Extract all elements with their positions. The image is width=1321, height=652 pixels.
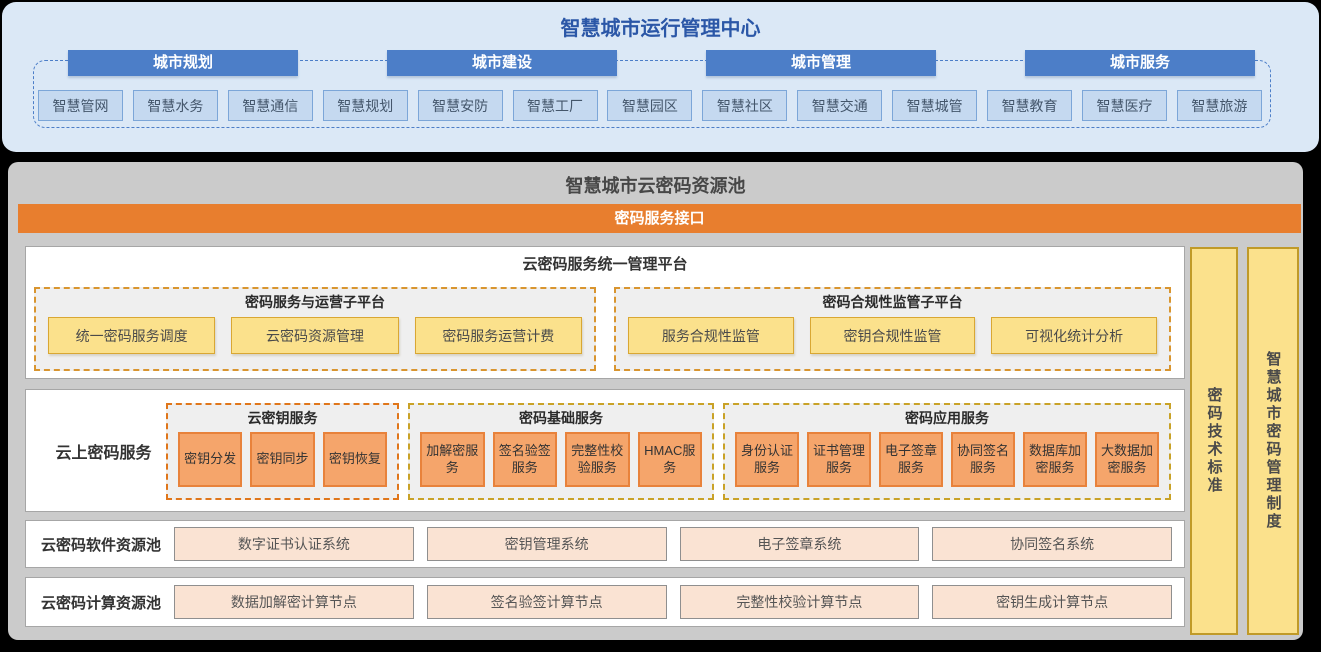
service-item: 完整性校验服务 (565, 432, 630, 487)
service-item: 密钥恢复 (323, 432, 387, 487)
service-item: 密钥同步 (250, 432, 314, 487)
app-box: 智慧通信 (228, 90, 313, 121)
subplatform-item: 云密码资源管理 (231, 317, 398, 354)
service-item: 证书管理服务 (807, 432, 871, 487)
app-box: 智慧管网 (38, 90, 123, 121)
service-item: HMAC服务 (638, 432, 703, 487)
app-box: 智慧工厂 (513, 90, 598, 121)
app-box: 智慧城管 (892, 90, 977, 121)
app-box: 智慧社区 (702, 90, 787, 121)
crypto-resource-pool-title: 智慧城市云密码资源池 (8, 172, 1303, 198)
crypto-resource-pool-panel: 智慧城市云密码资源池 密码服务接口 云密码服务统一管理平台 密码服务与运营子平台… (8, 162, 1303, 640)
crypto-compute-pool-box: 云密码计算资源池 数据加解密计算节点 签名验签计算节点 完整性校验计算节点 密钥… (25, 577, 1185, 627)
crypto-compute-pool-label: 云密码计算资源池 (41, 578, 181, 626)
app-box: 智慧交通 (797, 90, 882, 121)
cloud-key-service-title: 云密钥服务 (168, 408, 397, 428)
cloud-key-service-group: 云密钥服务 密钥分发 密钥同步 密钥恢复 (166, 403, 399, 500)
crypto-application-service-items: 身份认证服务 证书管理服务 电子签章服务 协同签名服务 数据库加密服务 大数据加… (725, 428, 1169, 487)
architecture-diagram: 智慧城市运行管理中心 城市规划 城市建设 城市管理 城市服务 智慧管网 智慧水务… (0, 0, 1321, 652)
subplatform-item: 密钥合规性监管 (810, 317, 976, 354)
category-city-construction: 城市建设 (387, 50, 617, 76)
software-system-item: 数字证书认证系统 (174, 527, 414, 561)
city-operation-center-panel: 智慧城市运行管理中心 城市规划 城市建设 城市管理 城市服务 智慧管网 智慧水务… (2, 2, 1319, 152)
crypto-basic-service-title: 密码基础服务 (410, 408, 712, 428)
app-box: 智慧规划 (323, 90, 408, 121)
compute-node-item: 数据加解密计算节点 (174, 585, 414, 619)
city-operation-center-title: 智慧城市运行管理中心 (2, 12, 1319, 41)
app-box: 智慧安防 (418, 90, 503, 121)
service-item: 电子签章服务 (879, 432, 943, 487)
service-item: 数据库加密服务 (1023, 432, 1087, 487)
cloud-crypto-services-label: 云上密码服务 (41, 390, 166, 511)
compliance-supervision-subplatform-title: 密码合规性监管子平台 (616, 292, 1169, 312)
service-operation-subplatform: 密码服务与运营子平台 统一密码服务调度 云密码资源管理 密码服务运营计费 (34, 287, 596, 371)
unified-management-platform: 云密码服务统一管理平台 密码服务与运营子平台 统一密码服务调度 云密码资源管理 … (25, 246, 1185, 379)
software-system-item: 电子签章系统 (680, 527, 920, 561)
service-item: 大数据加密服务 (1095, 432, 1159, 487)
crypto-basic-service-items: 加解密服务 签名验签服务 完整性校验服务 HMAC服务 (410, 428, 712, 487)
crypto-tech-standards-bar: 密码技术标准 (1190, 247, 1238, 635)
unified-management-platform-title: 云密码服务统一管理平台 (26, 253, 1184, 274)
service-item: 密钥分发 (178, 432, 242, 487)
service-operation-items: 统一密码服务调度 云密码资源管理 密码服务运营计费 (36, 312, 594, 354)
compute-node-item: 签名验签计算节点 (427, 585, 667, 619)
software-system-item: 协同签名系统 (932, 527, 1172, 561)
service-item: 加解密服务 (420, 432, 485, 487)
service-item: 签名验签服务 (493, 432, 558, 487)
app-box: 智慧园区 (607, 90, 692, 121)
service-item: 身份认证服务 (735, 432, 799, 487)
app-box: 智慧旅游 (1177, 90, 1262, 121)
crypto-management-system-bar: 智慧城市密码管理制度 (1247, 247, 1299, 635)
cloud-key-service-items: 密钥分发 密钥同步 密钥恢复 (168, 428, 397, 487)
subplatform-item: 可视化统计分析 (991, 317, 1157, 354)
subplatform-item: 服务合规性监管 (628, 317, 794, 354)
service-item: 协同签名服务 (951, 432, 1015, 487)
service-operation-subplatform-title: 密码服务与运营子平台 (36, 292, 594, 312)
compute-node-item: 完整性校验计算节点 (680, 585, 920, 619)
crypto-basic-service-group: 密码基础服务 加解密服务 签名验签服务 完整性校验服务 HMAC服务 (408, 403, 714, 500)
crypto-application-service-title: 密码应用服务 (725, 408, 1169, 428)
crypto-service-interface-bar: 密码服务接口 (18, 204, 1301, 233)
compliance-supervision-subplatform: 密码合规性监管子平台 服务合规性监管 密钥合规性监管 可视化统计分析 (614, 287, 1171, 371)
app-box: 智慧医疗 (1082, 90, 1167, 121)
cloud-crypto-services-box: 云上密码服务 云密钥服务 密钥分发 密钥同步 密钥恢复 密码基础服务 加解密服务… (25, 389, 1185, 512)
category-city-planning: 城市规划 (68, 50, 298, 76)
subplatform-item: 统一密码服务调度 (48, 317, 215, 354)
app-box: 智慧水务 (133, 90, 218, 121)
category-city-service: 城市服务 (1025, 50, 1255, 76)
crypto-compute-pool-items: 数据加解密计算节点 签名验签计算节点 完整性校验计算节点 密钥生成计算节点 (174, 578, 1172, 626)
crypto-software-pool-items: 数字证书认证系统 密钥管理系统 电子签章系统 协同签名系统 (174, 521, 1172, 567)
compliance-supervision-items: 服务合规性监管 密钥合规性监管 可视化统计分析 (616, 312, 1169, 354)
smart-apps-row: 智慧管网 智慧水务 智慧通信 智慧规划 智慧安防 智慧工厂 智慧园区 智慧社区 … (38, 90, 1262, 123)
crypto-application-service-group: 密码应用服务 身份认证服务 证书管理服务 电子签章服务 协同签名服务 数据库加密… (723, 403, 1171, 500)
crypto-software-pool-label: 云密码软件资源池 (41, 521, 181, 567)
category-city-management: 城市管理 (706, 50, 936, 76)
crypto-software-pool-box: 云密码软件资源池 数字证书认证系统 密钥管理系统 电子签章系统 协同签名系统 (25, 520, 1185, 568)
compute-node-item: 密钥生成计算节点 (932, 585, 1172, 619)
subplatform-item: 密码服务运营计费 (415, 317, 582, 354)
app-box: 智慧教育 (987, 90, 1072, 121)
software-system-item: 密钥管理系统 (427, 527, 667, 561)
